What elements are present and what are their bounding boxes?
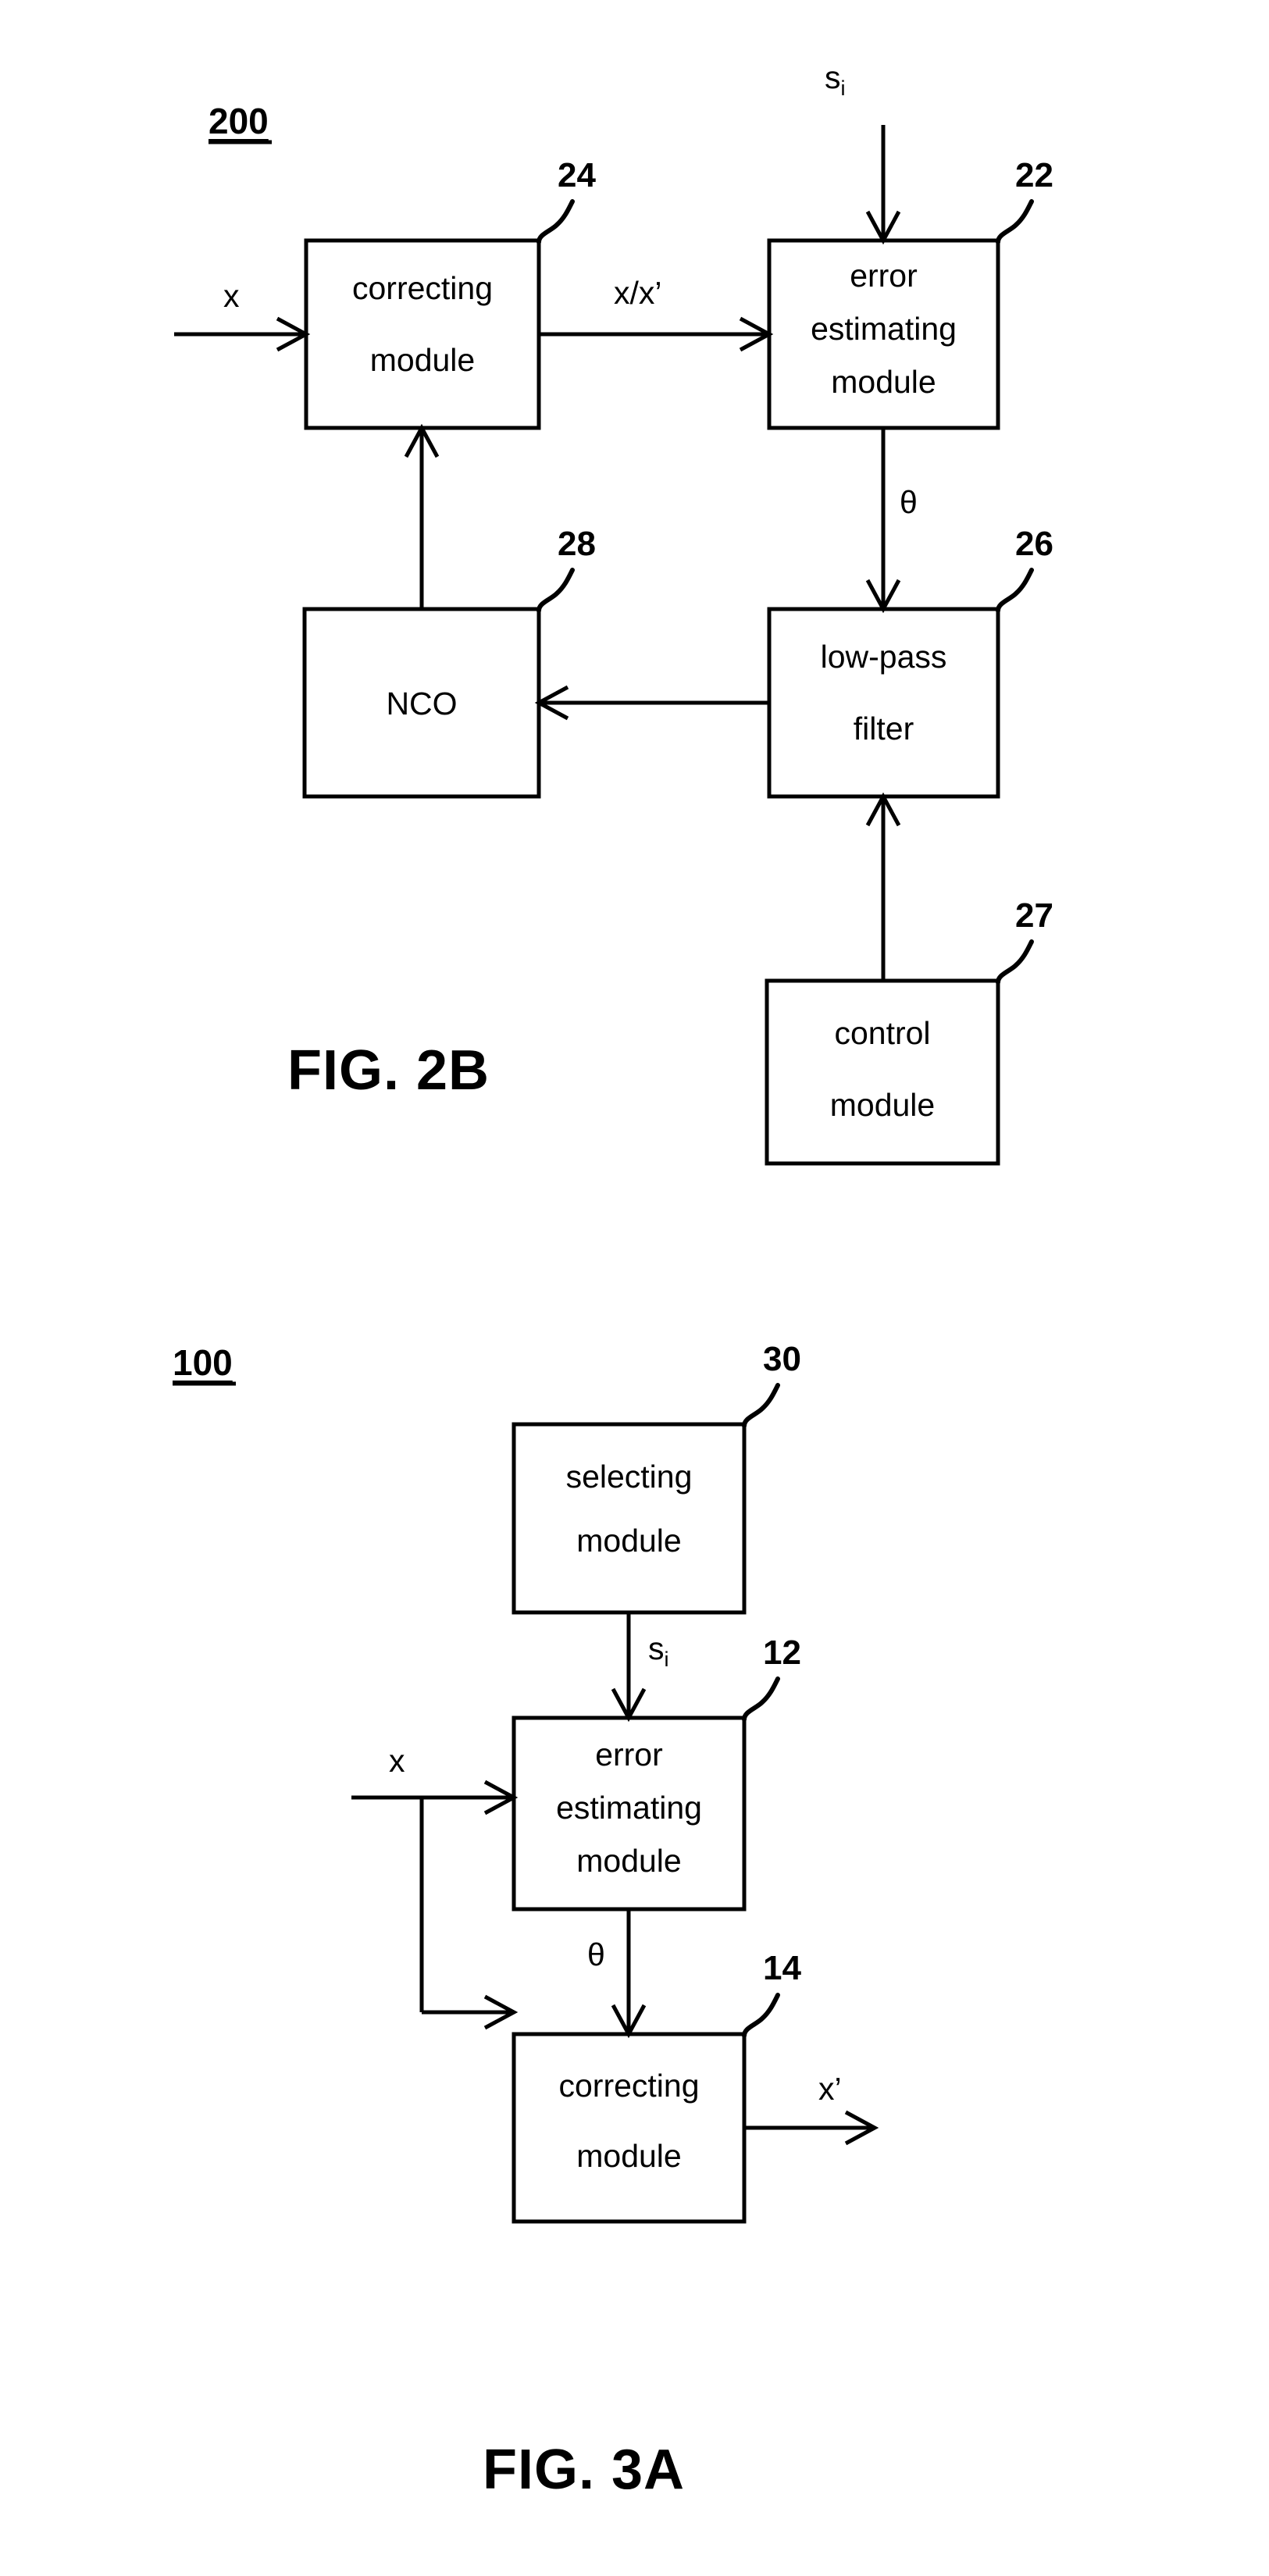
box-label-error-estimating-module-12-line2: estimating [556, 1790, 702, 1826]
signal-label-theta-fig3a: θ [587, 1936, 605, 1972]
reference-numeral-24: 24 [558, 156, 596, 194]
reference-numeral-30: 30 [763, 1340, 801, 1378]
box-label-correcting-module-24-line2: module [369, 342, 476, 378]
signal-label-si-fig3a: si [648, 1630, 669, 1672]
leader-line-27 [996, 939, 1034, 985]
signal-si-subscript-fig3a: i [664, 1648, 669, 1672]
signal-label-si-fig2b: si [825, 59, 846, 101]
box-label-error-estimating-module-22-line2: estimating [811, 311, 957, 347]
leader-line-24 [536, 199, 575, 244]
leader-line-12 [742, 1676, 780, 1722]
leader-line-30 [742, 1383, 780, 1428]
signal-label-x-over-xprime: x/x’ [614, 275, 662, 311]
box-label-selecting-module-30-line2: module [576, 1523, 682, 1559]
system-number-100: 100 [173, 1342, 233, 1383]
figure-line-art [173, 125, 1034, 2224]
system-number-200: 200 [209, 101, 269, 141]
signal-si-base-fig3a: s [648, 1630, 665, 1666]
box-label-low-pass-filter-26-line2: filter [853, 711, 914, 746]
signal-label-x-input-fig3a: x [389, 1743, 405, 1779]
figure-caption-3a: FIG. 3A [483, 2439, 686, 2501]
box-label-low-pass-filter-26-line1: low-pass [820, 639, 947, 675]
signal-si-base-fig2b: s [825, 59, 841, 95]
signal-label-xprime-output: x’ [818, 2071, 842, 2107]
reference-numeral-12: 12 [763, 1634, 801, 1672]
box-label-error-estimating-module-12-line1: error [595, 1737, 663, 1773]
box-label-error-estimating-module-22-line1: error [850, 258, 918, 294]
reference-numeral-22: 22 [1015, 156, 1053, 194]
leader-line-28 [536, 568, 575, 613]
reference-numeral-27: 27 [1015, 896, 1053, 935]
box-label-correcting-module-14-line1: correcting [558, 2068, 700, 2104]
box-label-selecting-module-30-line1: selecting [565, 1459, 693, 1495]
reference-numeral-28: 28 [558, 525, 596, 563]
box-label-error-estimating-module-12-line3: module [576, 1843, 682, 1879]
signal-si-subscript-fig2b: i [840, 77, 846, 101]
box-label-control-module-27-line1: control [834, 1015, 931, 1051]
signal-label-x-input-fig2b: x [223, 278, 240, 314]
box-label-error-estimating-module-22-line3: module [831, 364, 936, 400]
box-label-correcting-module-24-line1: correcting [351, 270, 493, 306]
reference-numeral-26: 26 [1015, 525, 1053, 563]
signal-label-theta-fig2b: θ [900, 484, 918, 520]
box-label-correcting-module-14-line2: module [576, 2138, 682, 2174]
figure-caption-2b: FIG. 2B [287, 1039, 490, 1102]
reference-numeral-14: 14 [763, 1949, 801, 1987]
box-label-nco-28: NCO [386, 686, 458, 721]
leader-line-26 [996, 568, 1034, 613]
patent-figure-page: 200 correcting module 24 error estimatin… [0, 0, 1269, 2576]
leader-line-22 [996, 199, 1034, 244]
box-label-control-module-27-line2: module [829, 1087, 936, 1123]
leader-line-14 [742, 1993, 780, 2038]
